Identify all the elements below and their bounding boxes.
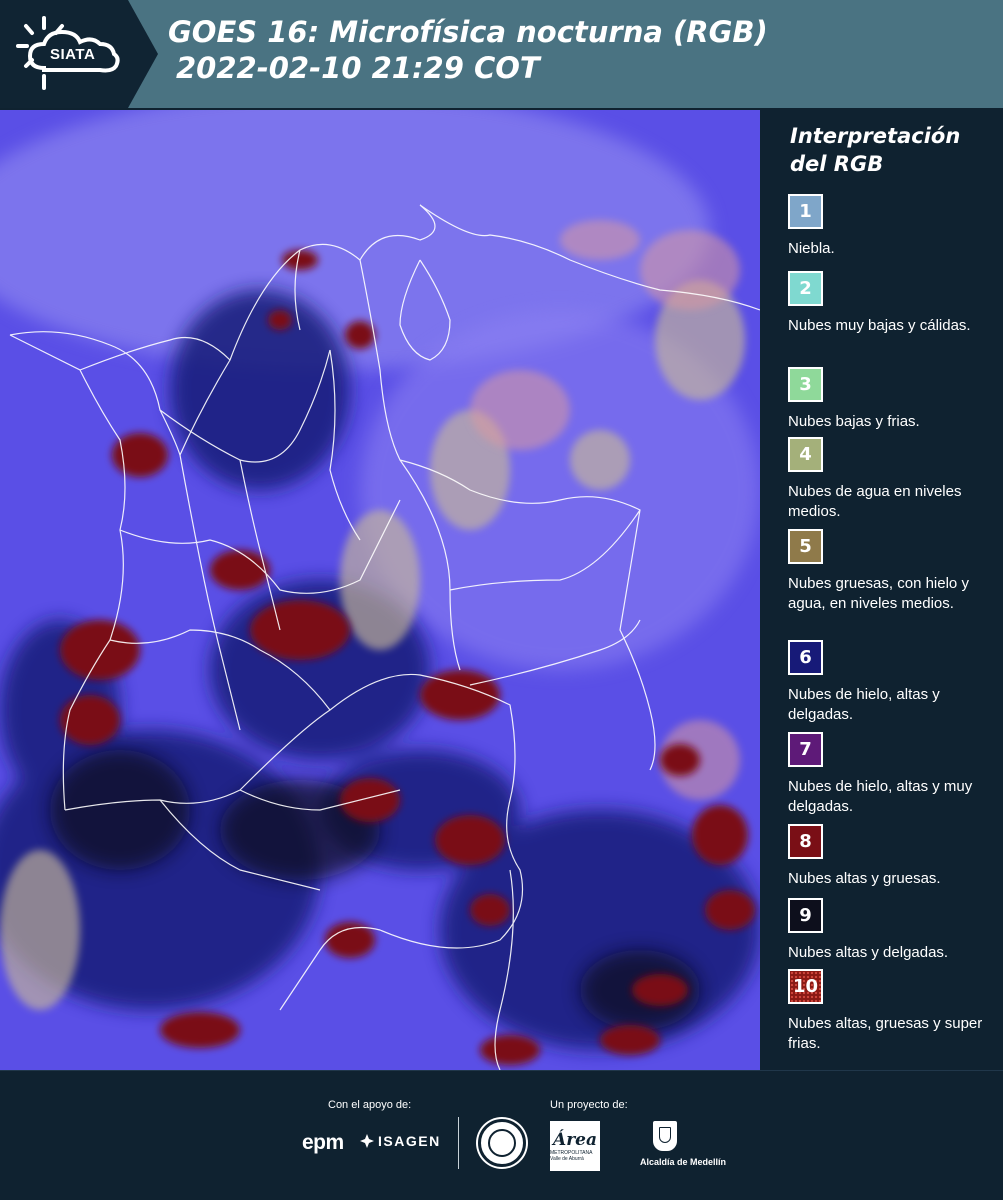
seal-inner-icon [488, 1129, 516, 1157]
legend-item-2: 2 Nubes muy bajas y cálidas. [788, 271, 988, 336]
legend-label-4: Nubes de agua en niveles medios. [788, 483, 962, 520]
legend-item-1: 1 Niebla. [788, 194, 988, 259]
header-bar: SIATA GOES 16: Microfísica nocturna (RGB… [0, 0, 1003, 108]
legend-label-10: Nubes altas, gruesas y super frias. [788, 1015, 983, 1052]
legend-swatch-3: 3 [788, 367, 823, 402]
area-logo-subtext: METROPOLITANA Valle de Aburrá [550, 1150, 593, 1162]
footer: Con el apoyo de: Un proyecto de: epm ISA… [0, 1070, 1003, 1200]
legend-swatch-5: 5 [788, 529, 823, 564]
alcaldia-text: Alcaldía de Medellín [640, 1157, 727, 1167]
isagen-text: ISAGEN [378, 1133, 441, 1149]
legend-item-7: 7 Nubes de hielo, altas y muy delgadas. [788, 732, 988, 817]
isagen-icon [360, 1134, 374, 1148]
epm-logo[interactable]: epm [302, 1131, 344, 1155]
legend-item-8: 8 Nubes altas y gruesas. [788, 824, 988, 889]
logo-text: SIATA [50, 46, 96, 63]
legend-label-9: Nubes altas y delgadas. [788, 944, 949, 961]
university-seal-logo[interactable] [478, 1119, 526, 1167]
legend-swatch-8: 8 [788, 824, 823, 859]
satellite-map[interactable] [0, 110, 760, 1070]
legend-swatch-2: 2 [788, 271, 823, 306]
legend-swatch-6: 6 [788, 640, 823, 675]
alcaldia-medellin-logo[interactable]: Alcaldía de Medellín [640, 1121, 726, 1173]
satellite-image [0, 110, 760, 1070]
legend-label-3: Nubes bajas y frias. [788, 413, 920, 430]
legend-swatch-10: 10 [788, 969, 823, 1004]
legend-label-6: Nubes de hielo, altas y delgadas. [788, 686, 940, 723]
legend-panel: Interpretación del RGB 1 Niebla. 2 Nubes… [760, 108, 1003, 1070]
title-product: GOES 16: Microfísica nocturna (RGB) [168, 15, 768, 49]
isagen-logo[interactable]: ISAGEN [360, 1133, 441, 1149]
legend-item-10: 10 Nubes altas, gruesas y super frias. [788, 969, 988, 1054]
legend-item-3: 3 Nubes bajas y frias. [788, 367, 988, 432]
title-datetime: 2022-02-10 21:29 COT [176, 51, 540, 85]
legend-title: Interpretación del RGB [790, 122, 960, 178]
siata-logo[interactable]: SIATA [0, 0, 158, 108]
legend-label-5: Nubes gruesas, con hielo y agua, en nive… [788, 575, 969, 612]
support-label: Con el apoyo de: [328, 1099, 412, 1111]
area-logo-text: Área [553, 1130, 597, 1150]
legend-label-8: Nubes altas y gruesas. [788, 870, 941, 887]
legend-label-1: Niebla. [788, 240, 835, 257]
legend-item-9: 9 Nubes altas y delgadas. [788, 898, 988, 963]
legend-label-2: Nubes muy bajas y cálidas. [788, 317, 971, 334]
legend-title-line2: del RGB [790, 152, 884, 176]
footer-divider [458, 1117, 459, 1169]
legend-item-6: 6 Nubes de hielo, altas y delgadas. [788, 640, 988, 725]
area-metropolitana-logo[interactable]: Área METROPOLITANA Valle de Aburrá [550, 1121, 600, 1171]
shield-icon [653, 1121, 677, 1151]
project-label: Un proyecto de: [550, 1099, 628, 1111]
legend-item-4: 4 Nubes de agua en niveles medios. [788, 437, 988, 522]
legend-label-7: Nubes de hielo, altas y muy delgadas. [788, 778, 973, 815]
legend-swatch-1: 1 [788, 194, 823, 229]
legend-swatch-9: 9 [788, 898, 823, 933]
legend-item-5: 5 Nubes gruesas, con hielo y agua, en ni… [788, 529, 988, 614]
legend-swatch-7: 7 [788, 732, 823, 767]
legend-title-line1: Interpretación [790, 124, 961, 148]
legend-swatch-4: 4 [788, 437, 823, 472]
page-title: GOES 16: Microfísica nocturna (RGB) 2022… [168, 14, 768, 86]
